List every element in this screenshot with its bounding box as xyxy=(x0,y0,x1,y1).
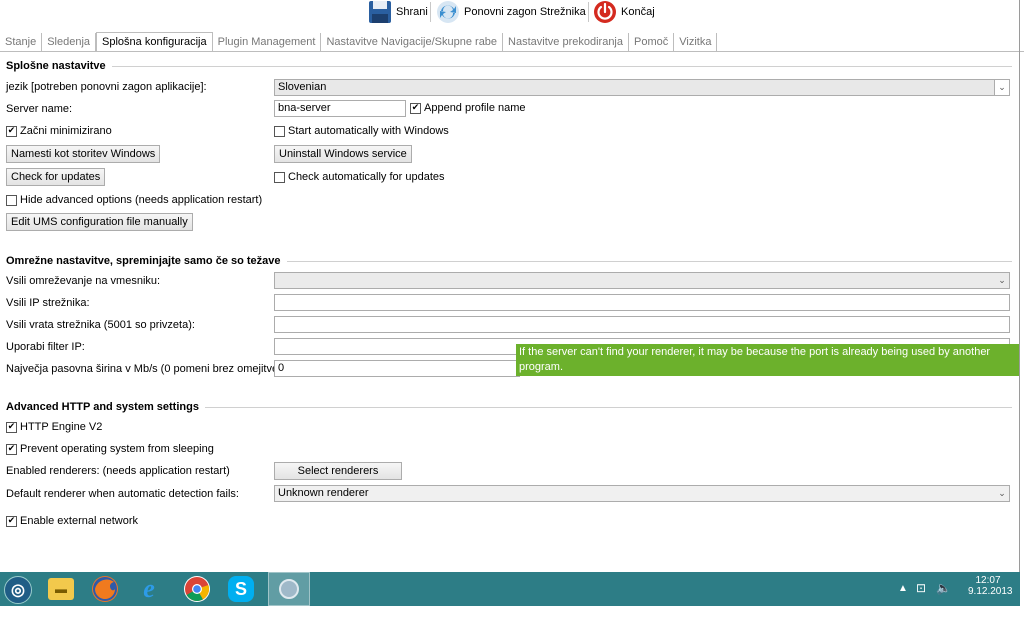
ums-taskbar-button[interactable] xyxy=(268,572,310,606)
toolbar-separator xyxy=(588,2,589,22)
advanced-section-title: Advanced HTTP and system settings xyxy=(6,401,199,413)
language-label: jezik [potreben ponovni zagon aplikacije… xyxy=(6,81,207,93)
tab-bar: Stanje Sledenja Splošna konfiguracija Pl… xyxy=(0,31,718,51)
checkbox-icon xyxy=(6,194,17,206)
force-port-label: Vsili vrata strežnika (5001 so privzeta)… xyxy=(6,319,195,331)
file-explorer-icon[interactable]: ▬ xyxy=(48,578,74,600)
restart-server-button[interactable]: Ponovni zagon Strežnika xyxy=(436,0,586,24)
append-profile-checkbox[interactable]: Append profile name xyxy=(410,102,526,114)
clock-date: 9.12.2013 xyxy=(968,586,1013,597)
check-auto-updates-checkbox[interactable]: Check automatically for updates xyxy=(274,171,445,183)
default-renderer-value: Unknown renderer xyxy=(278,487,369,499)
default-renderer-select[interactable]: Unknown renderer ⌄ xyxy=(274,485,1010,502)
bandwidth-input[interactable]: 0 xyxy=(274,360,520,377)
bandwidth-label: Največja pasovna širina v Mb/s (0 pomeni… xyxy=(6,363,285,375)
hide-advanced-label: Hide advanced options (needs application… xyxy=(20,194,263,206)
internet-explorer-icon[interactable]: e xyxy=(136,574,162,603)
tab-transcoding[interactable]: Nastavitve prekodiranja xyxy=(503,33,629,51)
general-section-title: Splošne nastavitve xyxy=(6,60,106,72)
edit-config-button[interactable]: Edit UMS configuration file manually xyxy=(6,213,193,231)
external-network-checkbox[interactable]: Enable external network xyxy=(6,515,138,527)
start-auto-label: Start automatically with Windows xyxy=(288,125,449,137)
start-minimized-label: Začni minimizirano xyxy=(20,125,112,137)
port-tooltip: If the server can't find your renderer, … xyxy=(516,344,1020,388)
prevent-sleep-label: Prevent operating system from sleeping xyxy=(20,443,214,455)
uninstall-service-button[interactable]: Uninstall Windows service xyxy=(274,145,412,163)
language-value: Slovenian xyxy=(278,81,327,93)
external-network-label: Enable external network xyxy=(20,515,139,527)
chrome-icon[interactable] xyxy=(184,576,210,602)
tab-help[interactable]: Pomoč xyxy=(629,33,675,51)
hide-advanced-checkbox[interactable]: Hide advanced options (needs application… xyxy=(6,194,262,206)
ums-app-icon xyxy=(279,579,299,599)
advanced-section-header: Advanced HTTP and system settings xyxy=(6,401,1012,413)
default-renderer-label: Default renderer when automatic detectio… xyxy=(6,488,239,500)
language-select[interactable]: Slovenian ⌄ xyxy=(274,79,1010,96)
taskbar: ◎ ▬ e S ▲ ⊡ 🔈 12:07 9.12.2013 xyxy=(0,572,1020,606)
checkbox-icon xyxy=(274,171,285,183)
check-auto-updates-label: Check automatically for updates xyxy=(288,171,445,183)
clock-time: 12:07 xyxy=(975,575,1001,586)
refresh-icon xyxy=(437,1,459,23)
tab-navigation-sharing[interactable]: Nastavitve Navigacije/Skupne rabe xyxy=(321,33,504,51)
http-engine-checkbox[interactable]: HTTP Engine V2 xyxy=(6,421,102,433)
tab-divider xyxy=(0,51,1024,52)
tab-plugin-management[interactable]: Plugin Management xyxy=(213,33,322,51)
network-section-title: Omrežne nastavitve, spreminjajte samo če… xyxy=(6,255,281,267)
ip-filter-label: Uporabi filter IP: xyxy=(6,341,85,353)
chevron-down-icon: ⌄ xyxy=(994,80,1009,95)
show-hidden-icons-icon[interactable]: ▲ xyxy=(898,583,908,594)
quit-button[interactable]: Končaj xyxy=(593,0,655,24)
checkbox-icon xyxy=(6,443,17,455)
tab-sledenja[interactable]: Sledenja xyxy=(42,33,97,51)
tab-about[interactable]: Vizitka xyxy=(674,33,718,51)
force-interface-label: Vsili omreževanje na vmesniku: xyxy=(6,275,161,287)
check-updates-button[interactable]: Check for updates xyxy=(6,168,106,186)
window-border xyxy=(1019,0,1020,572)
tab-stanje[interactable]: Stanje xyxy=(0,33,43,51)
checkbox-icon xyxy=(410,102,421,114)
floppy-disk-icon xyxy=(369,1,391,23)
server-name-label: Server name: xyxy=(6,103,73,115)
checkbox-icon xyxy=(274,125,285,137)
tooltip-line-2: In that case, you should enter an unused… xyxy=(519,376,768,388)
network-section-header: Omrežne nastavitve, spreminjajte samo če… xyxy=(6,255,1012,267)
force-interface-select[interactable]: ⌄ xyxy=(274,272,1010,289)
start-orb-icon[interactable]: ◎ xyxy=(4,576,32,604)
force-ip-input[interactable] xyxy=(274,294,1010,311)
tab-general-config[interactable]: Splošna konfiguracija xyxy=(96,32,213,51)
checkbox-icon xyxy=(6,515,17,527)
http-engine-label: HTTP Engine V2 xyxy=(20,421,103,433)
chevron-down-icon: ⌄ xyxy=(998,275,1006,285)
checkbox-icon xyxy=(6,421,17,433)
force-ip-label: Vsili IP strežnika: xyxy=(6,297,90,309)
quit-label: Končaj xyxy=(621,6,655,18)
force-port-input[interactable] xyxy=(274,316,1010,333)
save-button[interactable]: Shrani xyxy=(368,0,428,24)
append-profile-label: Append profile name xyxy=(424,102,526,114)
checkbox-icon xyxy=(6,125,17,137)
power-icon xyxy=(594,1,616,23)
select-renderers-button[interactable]: Select renderers xyxy=(274,462,402,480)
tooltip-line-1: If the server can't find your renderer, … xyxy=(519,346,991,373)
skype-icon[interactable]: S xyxy=(228,576,254,602)
clock[interactable]: 12:07 9.12.2013 xyxy=(968,575,1013,597)
toolbar-separator xyxy=(430,2,431,22)
renderers-label: Enabled renderers: (needs application re… xyxy=(6,465,230,477)
firefox-icon[interactable] xyxy=(92,576,118,602)
general-section-header: Splošne nastavitve xyxy=(6,60,1012,72)
restart-label: Ponovni zagon Strežnika xyxy=(464,6,586,18)
prevent-sleep-checkbox[interactable]: Prevent operating system from sleeping xyxy=(6,443,214,455)
start-auto-checkbox[interactable]: Start automatically with Windows xyxy=(274,125,449,137)
chevron-down-icon: ⌄ xyxy=(998,488,1006,498)
network-icon[interactable]: ⊡ xyxy=(916,581,926,595)
start-minimized-checkbox[interactable]: Začni minimizirano xyxy=(6,125,112,137)
server-name-input[interactable]: bna-server xyxy=(274,100,406,117)
install-service-button[interactable]: Namesti kot storitev Windows xyxy=(6,145,161,163)
volume-muted-icon[interactable]: 🔈 xyxy=(936,581,951,595)
save-label: Shrani xyxy=(396,6,428,18)
